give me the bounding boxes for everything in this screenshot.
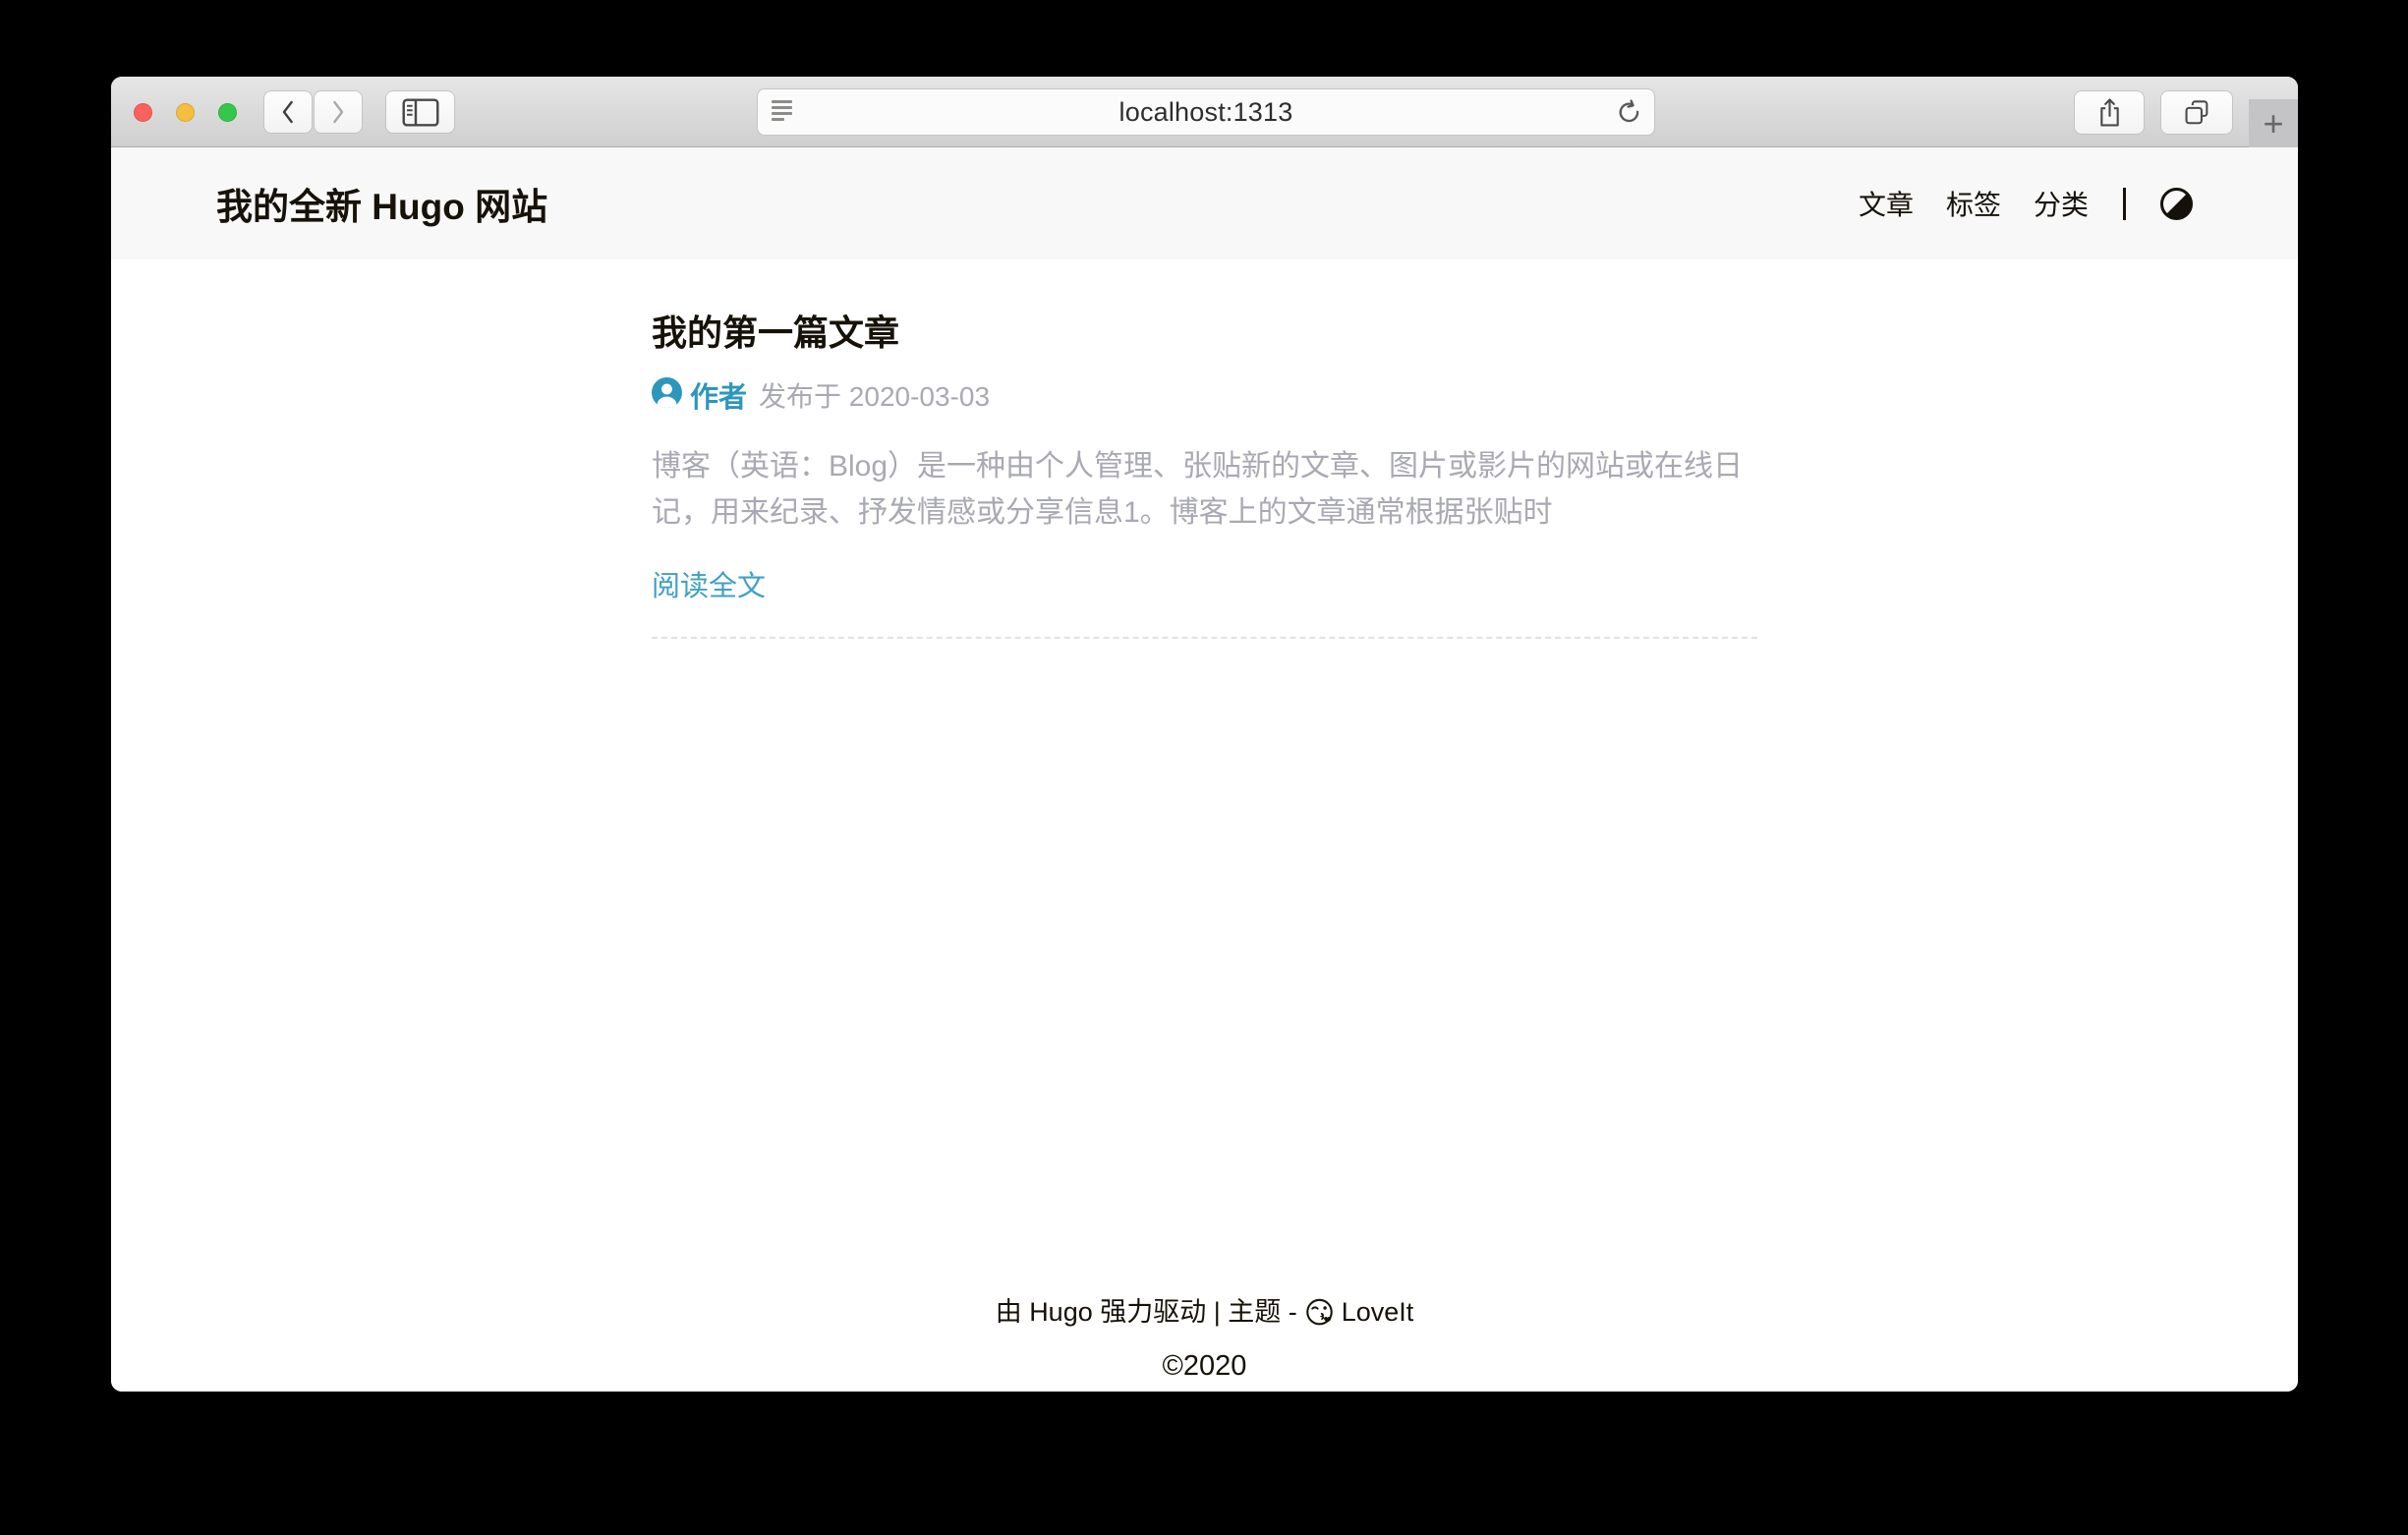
sidebar-toggle-button[interactable]: [385, 90, 455, 134]
site-nav: 文章 标签 分类: [1859, 184, 2193, 223]
forward-icon: [330, 99, 346, 125]
nav-item-tags[interactable]: 标签: [1946, 184, 2001, 223]
post-published-text: 发布于 2020-03-03: [759, 375, 990, 415]
traffic-lights: [134, 77, 237, 147]
kiss-wink-heart-icon: [1304, 1304, 1335, 1334]
site-title[interactable]: 我的全新 Hugo 网站: [216, 177, 547, 230]
url-text[interactable]: localhost:1313: [758, 97, 1654, 128]
footer-theme-link[interactable]: LoveIt: [1342, 1297, 1414, 1327]
tabs-overview-icon: [2183, 99, 2210, 127]
back-icon: [280, 99, 296, 125]
site-header: 我的全新 Hugo 网站 文章 标签 分类: [111, 147, 2298, 259]
footer-copyright: ©2020: [111, 1349, 2298, 1383]
nav-divider: [2123, 188, 2126, 220]
post-title[interactable]: 我的第一篇文章: [652, 312, 1757, 354]
footer-powered-line: 由 Hugo 强力驱动 | 主题 - LoveIt: [111, 1295, 2298, 1336]
tabs-overview-button[interactable]: [2160, 90, 2233, 135]
site-footer: 由 Hugo 强力驱动 | 主题 - LoveIt ©2020: [111, 1295, 2298, 1392]
author-avatar-icon: [652, 377, 682, 413]
post-author-link[interactable]: 作者: [690, 374, 747, 416]
new-tab-button[interactable]: +: [2249, 99, 2298, 147]
read-more-link[interactable]: 阅读全文: [652, 563, 766, 604]
browser-toolbar: localhost:1313: [111, 77, 2298, 147]
page-main: 我的第一篇文章 作者 发布于 2020-03-03: [111, 259, 2298, 1295]
theme-toggle-icon[interactable]: [2160, 188, 2193, 220]
address-bar[interactable]: localhost:1313: [757, 88, 1655, 136]
reader-icon[interactable]: [772, 100, 792, 124]
close-button[interactable]: [134, 103, 152, 122]
post-divider: [652, 637, 1757, 639]
browser-window: localhost:1313: [111, 77, 2298, 1392]
zoom-button[interactable]: [218, 103, 237, 122]
new-tab-icon: +: [2263, 106, 2283, 142]
minimize-button[interactable]: [176, 103, 195, 122]
post-meta: 作者 发布于 2020-03-03: [652, 374, 1757, 416]
nav-item-categories[interactable]: 分类: [2034, 184, 2089, 223]
post-excerpt: 博客（英语：Blog）是一种由个人管理、张贴新的文章、图片或影片的网站或在线日记…: [652, 443, 1757, 536]
share-icon: [2097, 97, 2122, 128]
forward-button[interactable]: [314, 90, 363, 134]
share-button[interactable]: [2074, 90, 2145, 135]
nav-item-posts[interactable]: 文章: [1859, 184, 1914, 223]
post-summary: 我的第一篇文章 作者 发布于 2020-03-03: [652, 312, 1757, 639]
refresh-icon[interactable]: [1616, 99, 1642, 131]
back-button[interactable]: [263, 90, 313, 134]
footer-powered-text: 由 Hugo 强力驱动 | 主题 -: [996, 1297, 1297, 1327]
sidebar-toggle-icon: [402, 98, 439, 127]
